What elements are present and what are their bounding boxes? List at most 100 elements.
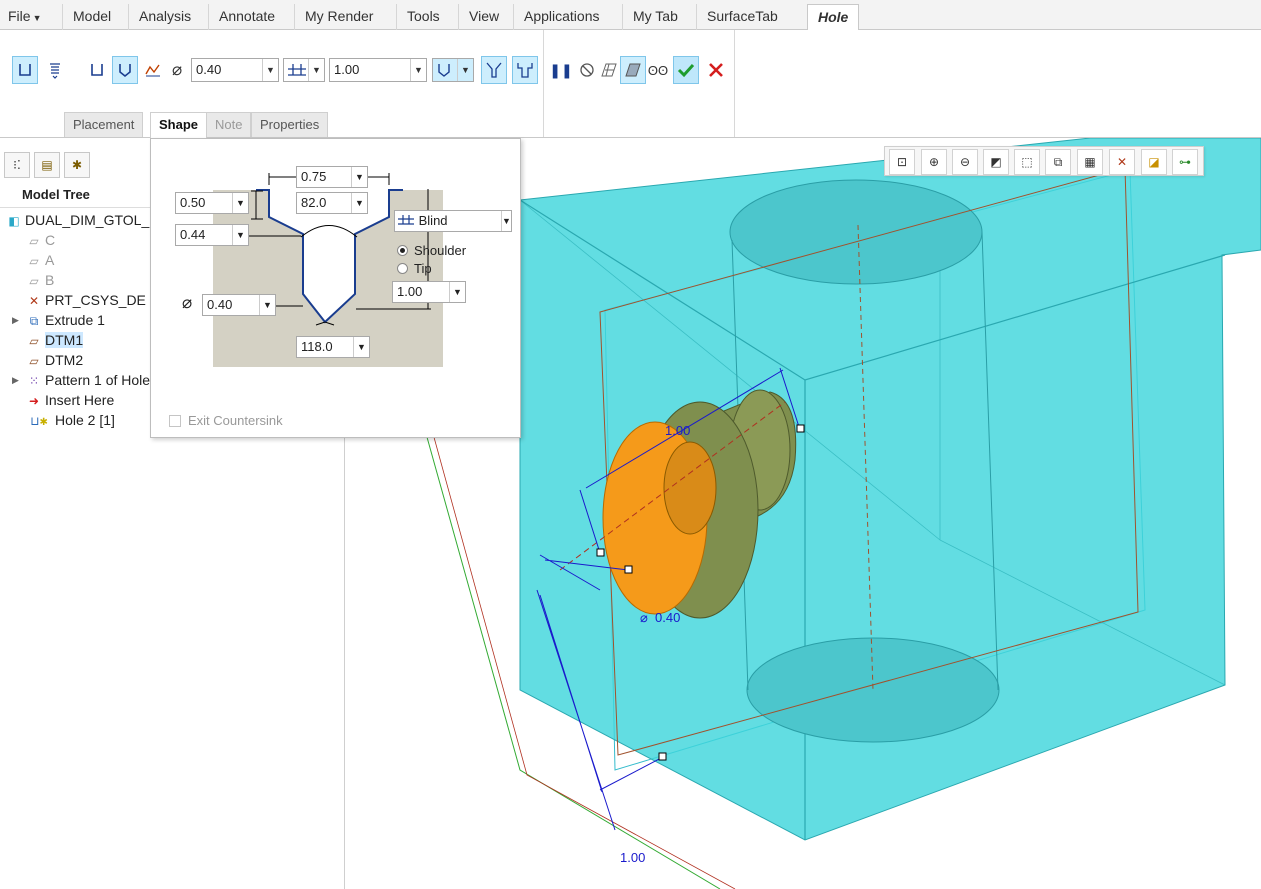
dim-diameter-label[interactable]: 0.40: [655, 610, 680, 625]
datum-display-icon: ✕: [1117, 155, 1127, 169]
tip-radio[interactable]: Tip: [397, 261, 432, 276]
tab-surfacetab[interactable]: SurfaceTab: [696, 4, 788, 30]
saved-views-button[interactable]: ⧉: [1045, 149, 1071, 175]
shoulder-label: Shoulder: [414, 243, 466, 258]
standard-hole-button[interactable]: [42, 56, 68, 84]
mesh-preview-icon: [600, 62, 618, 78]
dim-depth-top-label[interactable]: 1.00: [665, 423, 690, 438]
tree-view-button[interactable]: ⁝⁚: [4, 152, 30, 178]
tab-applications[interactable]: Applications: [513, 4, 610, 30]
favorites-button[interactable]: ✱: [64, 152, 90, 178]
shoulder-radio[interactable]: Shoulder: [397, 243, 466, 258]
subtab-note[interactable]: Note: [206, 112, 251, 137]
tree-item-csys[interactable]: ✕PRT_CSYS_DE: [26, 290, 146, 310]
tab-hole[interactable]: Hole: [807, 4, 859, 31]
datum-display-button[interactable]: ✕: [1109, 149, 1135, 175]
drag-handle: [659, 753, 666, 760]
tab-model[interactable]: Model: [62, 4, 121, 30]
counterbore-icon: [516, 61, 534, 79]
tree-item-datum-c[interactable]: ▱C: [26, 230, 55, 250]
preview-solid-button[interactable]: [620, 56, 646, 84]
shoulder-depth-combo[interactable]: 0.50▼: [175, 192, 249, 214]
zoom-out-button[interactable]: ⊖: [952, 149, 978, 175]
repaint-button[interactable]: ◩: [983, 149, 1009, 175]
tree-item-datum-a[interactable]: ▱A: [26, 250, 54, 270]
chevron-down-icon: ▼: [259, 295, 275, 315]
tree-item-label: PRT_CSYS_DE: [45, 292, 146, 308]
tab-annotate[interactable]: Annotate: [208, 4, 285, 30]
depth-value-combo[interactable]: 1.00▼: [392, 281, 466, 303]
hole-end-combo[interactable]: ▼: [432, 58, 474, 82]
radio-selected-icon: [397, 245, 408, 256]
depth-option-combo[interactable]: ▼: [283, 58, 325, 82]
tree-item-pattern[interactable]: ⁙Pattern 1 of Hole: [26, 370, 150, 390]
offset-value: 0.44: [180, 227, 205, 242]
file-menu[interactable]: File▼: [0, 4, 49, 30]
chevron-down-icon: ▼: [353, 337, 369, 357]
offset-combo[interactable]: 0.44 ▼: [175, 224, 249, 246]
tree-item-part[interactable]: ◧DUAL_DIM_GTOL_: [6, 210, 149, 230]
counterbore-button[interactable]: [512, 56, 538, 84]
diameter-combo[interactable]: 0.40▼: [191, 58, 279, 82]
tab-tools[interactable]: Tools: [396, 4, 450, 30]
cs-angle-combo[interactable]: 82.0▼: [296, 192, 368, 214]
tree-item-extrude[interactable]: ⧉Extrude 1: [26, 310, 105, 330]
exit-countersink-checkbox[interactable]: Exit Countersink: [169, 413, 283, 428]
preview-mesh-button[interactable]: [596, 56, 622, 84]
tab-my-render[interactable]: My Render: [294, 4, 383, 30]
sketched-profile-button[interactable]: [140, 56, 166, 84]
tree-item-label: B: [45, 272, 54, 288]
expand-arrow-icon[interactable]: ▶: [12, 375, 19, 386]
subtab-placement[interactable]: Placement: [64, 112, 143, 137]
tree-item-insert-here[interactable]: ➜Insert Here: [26, 390, 114, 410]
top-width-combo[interactable]: 0.75▼: [296, 166, 368, 188]
blind-depth-icon: [397, 213, 415, 227]
countersink-button[interactable]: [481, 56, 507, 84]
verify-mode-button[interactable]: ʘʘ: [645, 56, 671, 84]
sketch-profile-icon: [144, 62, 162, 78]
dim-bottom-label[interactable]: 1.00: [620, 850, 645, 865]
depth-value: 1.00: [334, 62, 359, 77]
display-style-button[interactable]: ⬚: [1014, 149, 1040, 175]
tree-item-label: DUAL_DIM_GTOL_: [25, 212, 149, 228]
standard-profile-button[interactable]: [112, 56, 138, 84]
tab-analysis[interactable]: Analysis: [128, 4, 201, 30]
file-menu-label: File: [8, 8, 31, 24]
threaded-hole-icon: [47, 61, 63, 79]
tab-my-tab[interactable]: My Tab: [622, 4, 688, 30]
annotation-display-button[interactable]: ◪: [1141, 149, 1167, 175]
tree-item-hole2[interactable]: ⊔✱Hole 2 [1]: [26, 410, 115, 430]
datum-plane-icon: ▱: [26, 231, 42, 251]
refit-button[interactable]: ⊡: [889, 149, 915, 175]
tree-item-dtm2[interactable]: ▱DTM2: [26, 350, 83, 370]
cancel-button[interactable]: [703, 56, 729, 84]
tab-view[interactable]: View: [458, 4, 509, 30]
diameter-value: 0.40: [196, 62, 221, 77]
zoom-in-button[interactable]: ⊕: [921, 149, 947, 175]
cs-angle-value: 82.0: [301, 195, 326, 210]
depth-value-combo[interactable]: 1.00 ▼: [329, 58, 427, 82]
chevron-down-icon: ▼: [501, 211, 511, 231]
ribbon-separator: [543, 30, 544, 137]
ok-button[interactable]: [673, 56, 699, 84]
expand-arrow-icon[interactable]: ▶: [12, 315, 19, 326]
tree-structure-icon: ⁝⁚: [13, 158, 21, 172]
tree-item-label: Insert Here: [45, 392, 114, 408]
pause-button[interactable]: ❚❚: [548, 56, 574, 84]
tree-item-dtm1[interactable]: ▱DTM1: [26, 330, 83, 350]
spin-center-button[interactable]: ⊶: [1172, 149, 1198, 175]
tip-angle-combo[interactable]: 118.0▼: [296, 336, 370, 358]
checkbox-icon: [169, 415, 181, 427]
chevron-down-icon: ▼: [33, 13, 42, 23]
rectangle-profile-button[interactable]: [84, 56, 110, 84]
subtab-properties[interactable]: Properties: [251, 112, 328, 137]
subtab-shape[interactable]: Shape: [150, 112, 207, 139]
layers-button[interactable]: ▤: [34, 152, 60, 178]
tree-item-datum-b[interactable]: ▱B: [26, 270, 54, 290]
chevron-down-icon: ▼: [232, 225, 248, 245]
chevron-down-icon: ▼: [410, 59, 426, 81]
diameter-combo[interactable]: 0.40▼: [202, 294, 276, 316]
simple-hole-button[interactable]: [12, 56, 38, 84]
depth-type-combo[interactable]: Blind ▼: [394, 210, 512, 232]
view-manager-button[interactable]: ▦: [1077, 149, 1103, 175]
